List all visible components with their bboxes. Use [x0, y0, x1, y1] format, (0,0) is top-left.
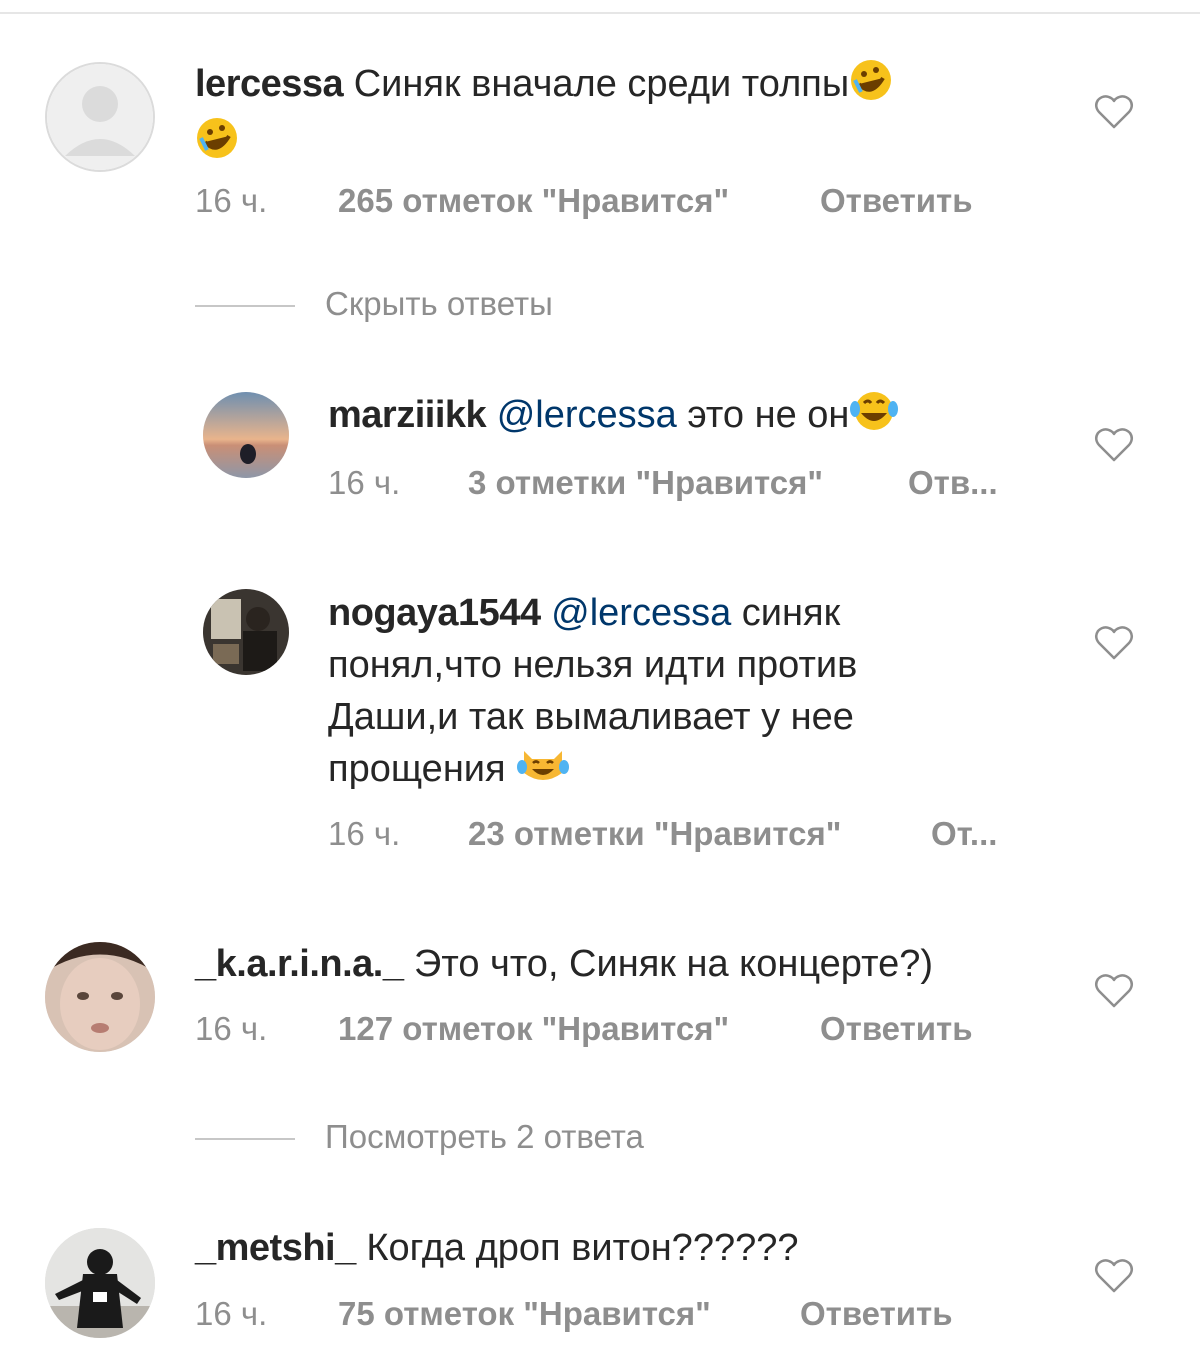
reply-button[interactable]: От...	[931, 815, 997, 853]
comment-text: marziiikk @lercessa это не он	[328, 389, 1048, 447]
mention-link[interactable]: @lercessa	[551, 592, 731, 634]
comment-meta: 16 ч. 265 отметок "Нравится" Ответить	[195, 182, 1055, 222]
heart-icon[interactable]	[1094, 1258, 1134, 1294]
comment-body: Это что, Синяк на концерте?)	[414, 943, 933, 985]
comment-meta: 16 ч. 75 отметок "Нравится" Ответить	[195, 1295, 1055, 1335]
hide-replies-toggle[interactable]: Скрыть ответы	[195, 285, 695, 325]
avatar-default[interactable]	[45, 62, 155, 172]
heart-icon[interactable]	[1094, 94, 1134, 130]
comment-text: _metshi_ Когда дроп витон??????	[195, 1222, 1055, 1274]
username[interactable]: _metshi_	[195, 1227, 356, 1269]
likes-count[interactable]: 23 отметки "Нравится"	[468, 815, 841, 853]
heart-icon[interactable]	[1094, 625, 1134, 661]
reply-button[interactable]: Ответить	[820, 182, 973, 220]
comment-text: _k.a.r.i.n.a._ Это что, Синяк на концерт…	[195, 938, 1055, 990]
default-avatar-icon	[47, 64, 153, 170]
reply-button[interactable]: Ответить	[800, 1295, 953, 1333]
comment-meta: 16 ч. 3 отметки "Нравится" Отв...	[328, 464, 1028, 504]
likes-count[interactable]: 265 отметок "Нравится"	[338, 182, 729, 220]
photo-avatar	[203, 589, 289, 675]
avatar[interactable]	[45, 1228, 155, 1338]
comment-body: это не он	[687, 394, 850, 436]
cat-with-tears-of-joy-emoji-icon	[516, 743, 570, 801]
comment-text: nogaya1544 @lercessa синяк понял,что нел…	[328, 587, 1048, 801]
comment-body-line-1: синяк	[741, 592, 841, 634]
rolling-on-floor-laughing-emoji-icon	[195, 116, 239, 174]
mention-link[interactable]: @lercessa	[497, 394, 677, 436]
username[interactable]: marziiikk	[328, 394, 487, 436]
likes-count[interactable]: 127 отметок "Нравится"	[338, 1010, 729, 1048]
sunset-photo-avatar	[203, 392, 289, 478]
comment-time: 16 ч.	[195, 1010, 268, 1047]
rolling-on-floor-laughing-emoji-icon	[849, 58, 893, 116]
heart-icon[interactable]	[1094, 973, 1134, 1009]
username[interactable]: _k.a.r.i.n.a._	[195, 943, 404, 985]
reply-button[interactable]: Ответить	[820, 1010, 973, 1048]
view-replies-toggle[interactable]: Посмотреть 2 ответа	[195, 1118, 755, 1158]
username[interactable]: lercessa	[195, 63, 344, 105]
toggle-divider	[195, 305, 295, 307]
avatar[interactable]	[203, 589, 289, 675]
face-with-tears-of-joy-emoji-icon	[849, 389, 899, 447]
comment-body-line-4: прощения	[328, 748, 506, 790]
person-photo-avatar	[45, 1228, 155, 1338]
comment-time: 16 ч.	[195, 182, 268, 219]
likes-count[interactable]: 75 отметок "Нравится"	[338, 1295, 711, 1333]
comment-time: 16 ч.	[328, 464, 401, 501]
comment-body: Синяк вначале среди толпы	[353, 63, 850, 105]
likes-count[interactable]: 3 отметки "Нравится"	[468, 464, 823, 502]
face-photo-avatar	[45, 942, 155, 1052]
comment-body-line-3: Даши,и так вымаливает у нее	[328, 696, 854, 738]
comment-time: 16 ч.	[328, 815, 401, 852]
comment-time: 16 ч.	[195, 1295, 268, 1332]
hide-replies-label[interactable]: Скрыть ответы	[325, 285, 553, 323]
avatar[interactable]	[203, 392, 289, 478]
toggle-divider	[195, 1138, 295, 1140]
comment-text: lercessa Синяк вначале среди толпы	[195, 58, 1055, 174]
comment-body: Когда дроп витон??????	[366, 1227, 799, 1269]
top-divider	[0, 12, 1200, 14]
view-replies-label[interactable]: Посмотреть 2 ответа	[325, 1118, 644, 1156]
username[interactable]: nogaya1544	[328, 592, 541, 634]
comment-meta: 16 ч. 127 отметок "Нравится" Ответить	[195, 1010, 1055, 1050]
comment-meta: 16 ч. 23 отметки "Нравится" От...	[328, 815, 1028, 855]
comment-body-line-2: понял,что нельзя идти против	[328, 644, 858, 686]
reply-button[interactable]: Отв...	[908, 464, 998, 502]
avatar[interactable]	[45, 942, 155, 1052]
heart-icon[interactable]	[1094, 427, 1134, 463]
